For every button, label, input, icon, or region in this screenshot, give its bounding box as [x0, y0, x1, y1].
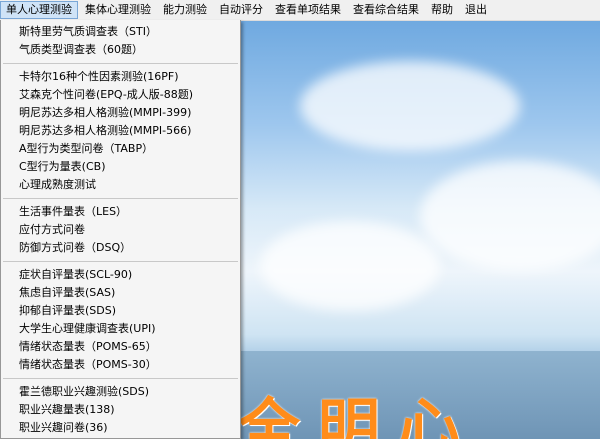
menu-item-mmpi-399[interactable]: 明尼苏达多相人格测验(MMPI-399) [1, 104, 240, 122]
menu-separator [3, 63, 238, 64]
menu-item-dsq[interactable]: 防御方式问卷（DSQ） [1, 239, 240, 257]
menu-bar: 单人心理测验 集体心理测验 能力测验 自动评分 查看单项结果 查看综合结果 帮助… [0, 0, 600, 21]
menu-auto-score[interactable]: 自动评分 [214, 1, 268, 19]
cloud-shape [300, 61, 520, 151]
menu-ability-test[interactable]: 能力测验 [158, 1, 212, 19]
menu-item-scl90[interactable]: 症状自评量表(SCL-90) [1, 266, 240, 284]
menu-single-result[interactable]: 查看单项结果 [270, 1, 346, 19]
menu-help[interactable]: 帮助 [426, 1, 458, 19]
menu-single-test[interactable]: 单人心理测验 [0, 1, 78, 19]
menu-item-sas[interactable]: 焦虑自评量表(SAS) [1, 284, 240, 302]
menu-item-career-36[interactable]: 职业兴趣问卷(36) [1, 419, 240, 437]
background-title-text: 全明心 [238, 391, 479, 439]
menu-item-16pf[interactable]: 卡特尔16种个性因素测验(16PF) [1, 68, 240, 86]
menu-separator [3, 261, 238, 262]
cloud-shape [420, 161, 600, 271]
menu-item-sti[interactable]: 斯特里劳气质调查表（STI） [1, 23, 240, 41]
menu-separator [3, 378, 238, 379]
menu-item-upi[interactable]: 大学生心理健康调查表(UPI) [1, 320, 240, 338]
menu-item-maturity[interactable]: 心理成熟度测试 [1, 176, 240, 194]
cloud-shape [260, 221, 440, 311]
menu-item-coping[interactable]: 应付方式问卷 [1, 221, 240, 239]
menu-exit[interactable]: 退出 [460, 1, 492, 19]
single-test-dropdown: 斯特里劳气质调查表（STI） 气质类型调查表（60题） 卡特尔16种个性因素测验… [0, 20, 241, 439]
menu-item-poms65[interactable]: 情绪状态量表（POMS-65） [1, 338, 240, 356]
menu-item-tabp[interactable]: A型行为类型问卷（TABP） [1, 140, 240, 158]
menu-item-career-138[interactable]: 职业兴趣量表(138) [1, 401, 240, 419]
menu-item-poms30[interactable]: 情绪状态量表（POMS-30） [1, 356, 240, 374]
menu-item-mmpi-566[interactable]: 明尼苏达多相人格测验(MMPI-566) [1, 122, 240, 140]
menu-group-test[interactable]: 集体心理测验 [80, 1, 156, 19]
menu-item-temperament-60[interactable]: 气质类型调查表（60题） [1, 41, 240, 59]
menu-overall-result[interactable]: 查看综合结果 [348, 1, 424, 19]
menu-item-epq[interactable]: 艾森克个性问卷(EPQ-成人版-88题) [1, 86, 240, 104]
menu-item-cb[interactable]: C型行为量表(CB) [1, 158, 240, 176]
menu-item-les[interactable]: 生活事件量表（LES） [1, 203, 240, 221]
menu-separator [3, 198, 238, 199]
menu-item-holland-sds[interactable]: 霍兰德职业兴趣测验(SDS) [1, 383, 240, 401]
menu-item-sds[interactable]: 抑郁自评量表(SDS) [1, 302, 240, 320]
